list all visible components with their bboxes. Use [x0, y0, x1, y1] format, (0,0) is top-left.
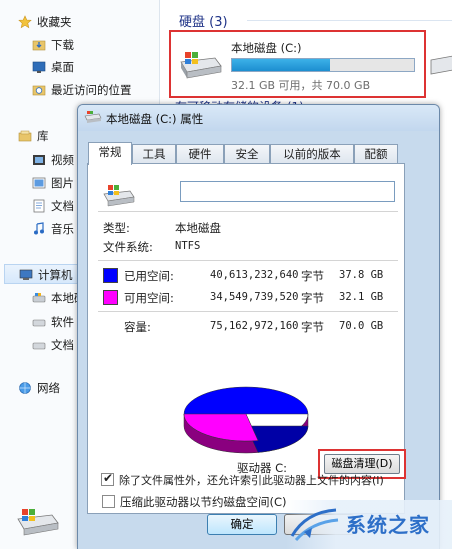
free-space-swatch	[103, 290, 118, 305]
drive-icon	[180, 52, 222, 79]
sidebar-item-label: 音乐	[51, 222, 74, 236]
disk-cleanup-button[interactable]: 磁盘清理(D)	[324, 454, 400, 474]
sidebar-item-label: 文档	[51, 199, 74, 213]
tab-quota[interactable]: 配额	[354, 144, 398, 164]
drive-icon	[32, 319, 46, 327]
dialog-title: 本地磁盘 (C:) 属性	[106, 112, 204, 126]
drive-name-input[interactable]	[180, 181, 395, 202]
compress-label: 压缩此驱动器以节约磁盘空间(C)	[120, 495, 287, 509]
sidebar-item-label: 网络	[37, 381, 60, 395]
used-space-unit: 字节	[301, 269, 324, 283]
used-space-swatch	[103, 268, 118, 283]
type-label: 类型:	[103, 221, 130, 235]
site-logo-icon	[290, 508, 339, 542]
drive-usage-bar	[231, 58, 415, 72]
star-icon	[18, 15, 32, 29]
type-value: 本地磁盘	[175, 221, 221, 235]
drive-size-text: 32.1 GB 可用，共 70.0 GB	[231, 79, 371, 92]
watermark: 系统之家	[286, 500, 452, 549]
dialog-titlebar[interactable]: 本地磁盘 (C:) 属性	[78, 105, 439, 131]
divider	[98, 211, 398, 212]
drive-name: 本地磁盘 (C:)	[231, 41, 302, 55]
ok-button[interactable]: 确定	[207, 514, 277, 535]
drive-tile-c[interactable]: 本地磁盘 (C:) 32.1 GB 可用，共 70.0 GB	[169, 30, 426, 98]
divider	[98, 311, 398, 312]
disk-usage-pie	[183, 386, 309, 454]
recent-places-icon	[32, 85, 46, 96]
watermark-text: 系统之家	[346, 513, 430, 537]
capacity-gb: 70.0 GB	[339, 320, 384, 332]
drive-icon	[32, 293, 46, 303]
capacity-bytes: 75,162,972,160	[210, 320, 299, 332]
download-folder-icon	[32, 40, 46, 51]
used-space-label: 已用空间:	[124, 269, 174, 283]
general-tab-panel: 类型: 本地磁盘 文件系统: NTFS 已用空间: 40,613,232,640…	[87, 163, 406, 514]
tab-hardware[interactable]: 硬件	[176, 144, 224, 164]
capacity-unit: 字节	[301, 320, 324, 334]
used-space-bytes: 40,613,232,640	[210, 269, 299, 281]
free-space-label: 可用空间:	[124, 291, 174, 305]
drive-icon[interactable]	[427, 48, 452, 76]
filesystem-value: NTFS	[175, 240, 201, 252]
tab-general[interactable]: 常规	[88, 142, 132, 165]
sidebar-item-label: 图片	[51, 176, 74, 190]
tab-tools[interactable]: 工具	[132, 144, 176, 164]
sidebar-item-label: 最近访问的位置	[51, 83, 132, 97]
sidebar-item-label: 桌面	[51, 60, 74, 74]
header-divider	[247, 20, 452, 21]
music-icon	[34, 222, 44, 235]
drive-icon	[17, 509, 59, 536]
index-label: 除了文件属性外，还允许索引此驱动器上文件的内容(I)	[119, 474, 384, 487]
library-icon	[18, 130, 32, 142]
free-space-unit: 字节	[301, 291, 324, 305]
capacity-label: 容量:	[124, 320, 151, 334]
free-space-bytes: 34,549,739,520	[210, 291, 299, 303]
tab-security[interactable]: 安全	[224, 144, 270, 164]
hard-disks-header: 硬盘 (3)	[179, 15, 228, 30]
tab-previous-versions[interactable]: 以前的版本	[270, 144, 354, 164]
index-checkbox[interactable]: ✔	[101, 471, 114, 486]
drive-icon	[32, 342, 46, 350]
video-icon	[33, 155, 45, 165]
drive-icon	[84, 111, 102, 123]
desktop-icon	[32, 61, 46, 73]
drive-usage-fill	[232, 59, 331, 71]
sidebar-item-label: 收藏夹	[37, 15, 72, 29]
document-icon	[33, 199, 45, 213]
sidebar-item-label: 文档	[51, 338, 74, 352]
filesystem-label: 文件系统:	[103, 240, 153, 254]
used-space-gb: 37.8 GB	[339, 269, 384, 281]
network-icon	[19, 382, 31, 394]
computer-icon	[19, 269, 33, 280]
checkmark-icon: ✔	[103, 471, 114, 485]
drive-icon	[103, 185, 135, 207]
sidebar-item-label: 视频	[51, 153, 74, 167]
free-space-gb: 32.1 GB	[339, 291, 384, 303]
picture-icon	[32, 177, 46, 189]
divider	[98, 260, 398, 261]
sidebar-item-label: 下载	[51, 38, 74, 52]
sidebar-item-label: 计算机	[38, 268, 73, 282]
sidebar-item-label: 软件	[51, 315, 74, 329]
properties-dialog: 本地磁盘 (C:) 属性 常规 工具 硬件 安全 以前的版本 配额 类型: 本地…	[77, 104, 440, 549]
sidebar-item-label: 库	[37, 129, 49, 143]
compress-checkbox[interactable]	[102, 495, 115, 508]
